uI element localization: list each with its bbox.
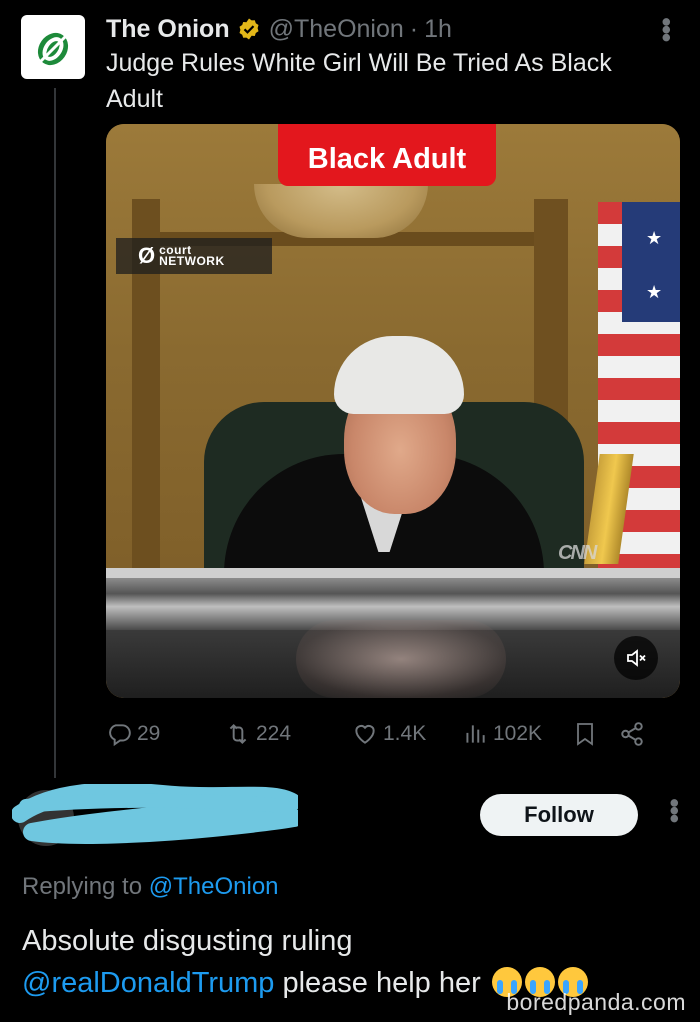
like-count: 1.4K: [383, 722, 427, 745]
repost-button[interactable]: 224: [212, 721, 335, 747]
thread-line: [54, 88, 56, 778]
mention-link[interactable]: @realDonaldTrump: [22, 967, 274, 999]
avatar[interactable]: [21, 15, 85, 79]
view-count: 102K: [493, 722, 543, 745]
reply-count: 29: [137, 722, 161, 745]
tweet-text: Judge Rules White Girl Will Be Tried As …: [106, 49, 612, 113]
redaction-scribble: [12, 784, 298, 844]
video-caption: Black Adult: [278, 124, 496, 186]
follow-button[interactable]: Follow: [480, 794, 638, 836]
tweet-header: The Onion @TheOnion · 1h •••: [106, 12, 682, 46]
handle[interactable]: @TheOnion: [269, 15, 404, 44]
views-button[interactable]: 102K: [443, 721, 573, 747]
reply-line-1: Absolute disgusting ruling: [22, 925, 353, 957]
repost-icon: [229, 723, 247, 745]
share-button[interactable]: [619, 721, 659, 747]
court-network-logo: Ø court NETWORK: [116, 238, 272, 274]
views-icon: [466, 725, 485, 743]
reply-more-icon[interactable]: •••: [658, 798, 690, 821]
replying-to: Replying to @TheOnion: [22, 873, 279, 900]
reply-button[interactable]: 29: [106, 721, 212, 747]
bookmark-icon: [577, 723, 593, 746]
reply-icon: [109, 724, 131, 747]
repost-count: 224: [256, 722, 292, 745]
verified-badge-icon: [237, 17, 261, 41]
like-icon: [355, 724, 375, 744]
bookmark-button[interactable]: [573, 721, 619, 747]
action-bar: 29 224 1.4K 102K: [106, 716, 680, 752]
display-name[interactable]: The Onion: [106, 15, 230, 44]
onion-logo-icon: [36, 32, 70, 66]
video-player[interactable]: ★ ★ CNN Black Adult Ø court NETWORK: [106, 124, 680, 698]
court-seal: [254, 184, 428, 238]
timestamp[interactable]: 1h: [424, 15, 452, 44]
more-icon[interactable]: •••: [651, 17, 682, 40]
mute-button[interactable]: [614, 636, 658, 680]
share-icon: [621, 722, 643, 746]
like-button[interactable]: 1.4K: [335, 721, 443, 747]
replying-to-handle[interactable]: @TheOnion: [149, 873, 279, 900]
network-logo: CNN: [558, 542, 597, 564]
site-watermark: boredpanda.com: [506, 989, 686, 1015]
mute-icon: [627, 649, 646, 667]
separator-dot: ·: [409, 14, 419, 43]
